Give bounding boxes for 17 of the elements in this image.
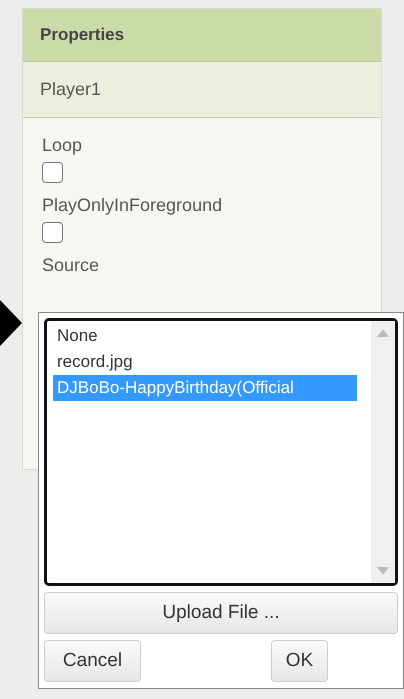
property-label: Loop: [42, 135, 82, 156]
scroll-up-icon[interactable]: [377, 329, 389, 337]
checkbox[interactable]: [42, 162, 63, 183]
file-item[interactable]: None: [53, 323, 357, 349]
component-name: Player1: [23, 62, 381, 118]
pointer-arrow-icon: [0, 300, 22, 346]
file-item[interactable]: record.jpg: [53, 349, 357, 375]
panel-title: Properties: [23, 9, 381, 62]
property-label: PlayOnlyInForeground: [42, 195, 222, 216]
checkbox[interactable]: [42, 222, 63, 243]
scroll-down-icon[interactable]: [377, 567, 389, 575]
upload-file-button[interactable]: Upload File ...: [44, 592, 398, 634]
cancel-button[interactable]: Cancel: [44, 640, 141, 682]
scrollbar[interactable]: [371, 321, 395, 583]
ok-button[interactable]: OK: [271, 640, 328, 682]
file-list[interactable]: None record.jpg DJBoBo-HappyBirthday(Official: [44, 318, 398, 586]
property-label: Source: [42, 255, 100, 276]
